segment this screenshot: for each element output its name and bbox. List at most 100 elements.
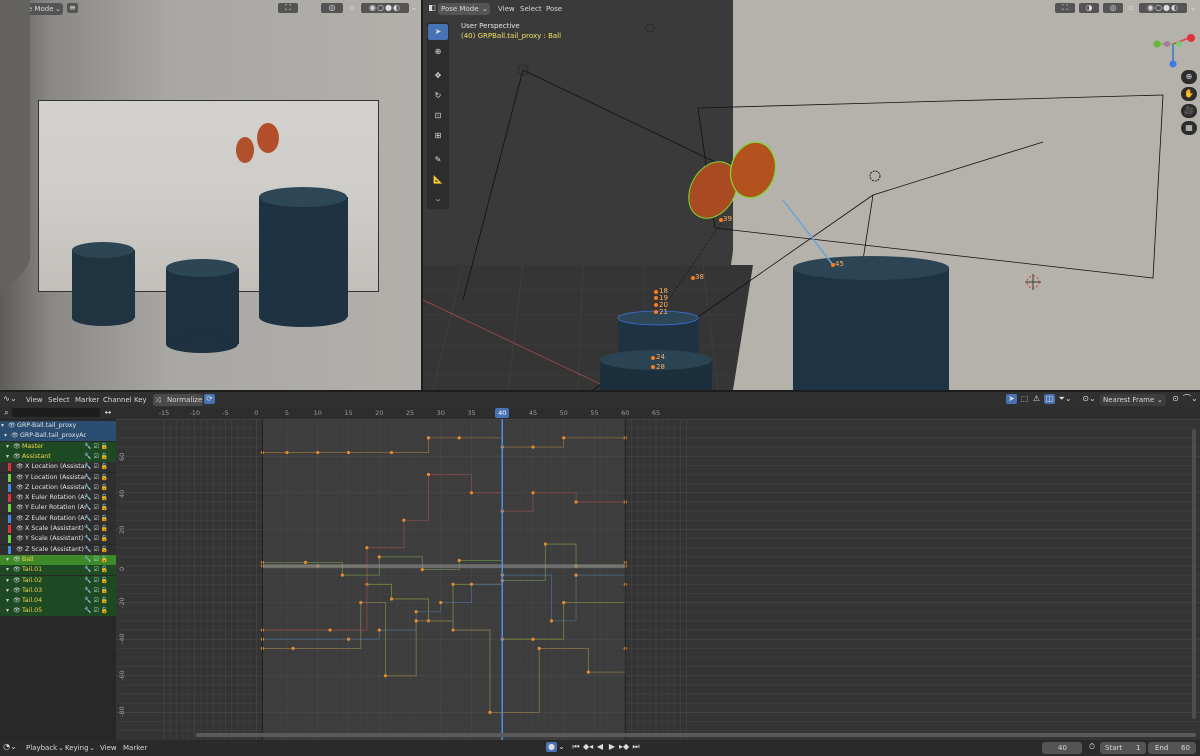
play-icon[interactable]: ▶ [607,742,617,752]
camera-view-icon[interactable]: 🎥 [1181,104,1197,118]
channel-toggle-icons[interactable]: 🔧☑🔓 [84,452,110,462]
expand-arrow-icon[interactable]: ▾ [6,452,9,462]
grid-view-icon[interactable]: ▦ [1181,121,1197,135]
channel-toggle-icons[interactable]: 🔧☑🔓 [84,462,110,472]
select-tool-icon[interactable]: ➤ [428,24,448,40]
menu-pose[interactable]: Pose [546,4,562,14]
visibility-eye-icon[interactable]: 👁 [16,524,24,534]
only-errors-icon[interactable]: ⚠ [1031,394,1042,404]
channel-toggle-icons[interactable]: 🔧☑🔓 [84,514,110,524]
channel-row[interactable]: 👁 X Scale (Assistant) 🔧☑🔓 [0,524,116,534]
prev-keyframe-icon[interactable]: ◆◂ [583,742,593,752]
channel-row[interactable]: ▾ 👁 Tail.03 🔧☑🔓 [0,585,116,596]
channel-toggle-icons[interactable]: 🔧☑🔓 [84,524,110,534]
shading-modes-icon[interactable]: ◉○●◐ [1139,3,1187,13]
horizontal-scrollbar[interactable] [196,733,1196,737]
graph-area[interactable]: 60 40 20 0 -20 -40 -60 -80 [116,419,1200,742]
annotate-tool-icon[interactable]: ✎ [428,152,448,168]
visibility-eye-icon[interactable]: 👁 [16,545,24,555]
channel-toggle-icons[interactable]: 🔧☑🔓 [84,606,110,616]
channel-row[interactable]: 👁 Z Euler Rotation (As 🔧☑🔓 [0,513,116,524]
channel-toggle-icons[interactable]: 🔧☑🔓 [84,483,110,493]
channel-row[interactable]: ▾ 👁 Master 🔧☑🔓 [0,441,116,452]
channel-row[interactable]: 👁 X Location (Assistar 🔧☑🔓 [0,462,116,473]
playhead-frame-label[interactable]: 40 [495,408,510,418]
channel-toggle-icons[interactable]: 🔧☑🔓 [84,493,110,503]
expand-arrow-icon[interactable]: ▾ [6,586,9,596]
mode-dropdown[interactable]: Pose Mode ⌄ [438,3,490,15]
visibility-eye-icon[interactable]: 👁 [13,442,21,452]
camera-viewport[interactable]: ◧ Pose Mode ⌄ ≡ ⛶ ◎ ▫ ◉○●◐ ⌄ [0,0,421,390]
gizmo-icon[interactable]: ⛶ [1055,3,1075,13]
start-frame-field[interactable]: Start 1 [1100,742,1146,754]
menu-marker[interactable]: Marker [75,395,99,405]
rotate-tool-icon[interactable]: ↻ [428,88,448,104]
pan-hand-icon[interactable]: ✋ [1181,87,1197,101]
channel-row[interactable]: ▾ 👁 Tail.04 🔧☑🔓 [0,596,116,607]
visibility-eye-icon[interactable]: 👁 [16,462,24,472]
channel-toggle-icons[interactable]: 🔧☑🔓 [84,596,110,606]
jump-start-icon[interactable]: ⏮ [571,742,581,752]
visibility-eye-icon[interactable]: 👁 [16,493,24,503]
channel-row[interactable]: 👁 Y Scale (Assistant) 🔧☑🔓 [0,534,116,545]
auto-normalize-icon[interactable]: ⟳ [204,394,215,404]
menu-view[interactable]: View [26,395,43,405]
end-frame-field[interactable]: End 60 [1148,742,1196,754]
menu-playback[interactable]: Playback [26,743,57,753]
bone-roll-tool-icon[interactable]: ⌣ [428,192,448,208]
menu-select[interactable]: Select [520,4,542,14]
play-reverse-icon[interactable]: ◀ [595,742,605,752]
timeline-type-icon[interactable]: ◔⌄ [3,742,17,752]
proportional-edit-icon[interactable]: ⊙ [1170,394,1181,404]
expand-arrow-icon[interactable]: ▾ [6,565,9,575]
record-icon[interactable]: ● [546,742,557,752]
graph-canvas[interactable] [116,419,1200,742]
visibility-eye-icon[interactable]: 👁 [16,473,24,483]
expand-arrow-icon[interactable]: ▾ [6,442,9,452]
expand-arrow-icon[interactable]: ▾ [6,596,9,606]
current-frame-field[interactable]: 40 [1042,742,1082,754]
snap-dropdown[interactable]: Nearest Frame ⌄ [1100,394,1166,406]
frame-ruler[interactable]: -15-10-50510152025303540455055606540 [116,407,1200,419]
channel-toggle-icons[interactable]: 🔧☑🔓 [84,555,110,565]
clock-icon[interactable]: ⏱ [1086,742,1098,752]
perspective-viewport[interactable]: 39 38 45 18 19 20 21 24 28 ◧ Pose Mode ⌄… [423,0,1200,390]
editor-type-icon[interactable]: ◧ [427,3,437,13]
expand-arrow-icon[interactable]: ▾ [6,555,9,565]
record-options-icon[interactable]: ⌄ [557,742,566,752]
expand-arrow-icon[interactable]: ▾ [6,606,9,616]
channel-row[interactable]: 👁 Y Location (Assistar 🔧☑🔓 [0,472,116,483]
menu-view[interactable]: View [100,743,117,753]
expand-arrow-icon[interactable]: ▾ [1,421,4,431]
menu-select[interactable]: Select [48,395,70,405]
menu-marker[interactable]: Marker [123,743,147,753]
visibility-icon[interactable]: ◑ [1079,3,1099,13]
swap-icon[interactable]: ↔ [102,408,114,418]
channel-toggle-icons[interactable]: 🔧☑🔓 [84,576,110,586]
visibility-eye-icon[interactable]: 👁 [16,503,24,513]
expand-arrow-icon[interactable]: ▾ [4,431,7,441]
only-selected-icon[interactable]: ➤ [1006,394,1017,404]
channel-row[interactable]: 👁 Z Scale (Assistant) 🔧☑🔓 [0,544,116,555]
channel-toggle-icons[interactable]: 🔧☑🔓 [84,442,110,452]
channel-row[interactable]: 👁 X Euler Rotation (As 🔧☑🔓 [0,493,116,504]
expand-arrow-icon[interactable]: ▾ [6,576,9,586]
channel-row[interactable]: ▾ 👁 GRP-Ball.tail_proxy [0,421,116,431]
channel-row[interactable]: ▾ 👁 Tail.02 🔧☑🔓 [0,575,116,586]
menu-channel[interactable]: Channel [103,395,132,405]
visibility-eye-icon[interactable]: 👁 [16,514,24,524]
show-hidden-icon[interactable]: ⬚ [1019,394,1030,404]
normalize-toggle[interactable]: ⤨ Normalize [153,394,203,406]
visibility-eye-icon[interactable]: 👁 [11,431,19,441]
navigation-gizmo[interactable] [1153,30,1199,72]
falloff-icon[interactable]: ⌒⌄ [1183,394,1198,404]
channel-toggle-icons[interactable]: 🔧☑🔓 [84,503,110,513]
visibility-eye-icon[interactable]: 👁 [13,606,21,616]
pivot-point-icon[interactable]: ⊙⌄ [1081,394,1097,404]
cursor-tool-icon[interactable]: ⊕ [428,44,448,60]
channel-row[interactable]: 👁 Z Location (Assistar 🔧☑🔓 [0,482,116,493]
scale-tool-icon[interactable]: ⊡ [428,108,448,124]
menu-keying[interactable]: Keying [65,743,89,753]
visibility-eye-icon[interactable]: 👁 [13,555,21,565]
measure-tool-icon[interactable]: 📐 [428,172,448,188]
